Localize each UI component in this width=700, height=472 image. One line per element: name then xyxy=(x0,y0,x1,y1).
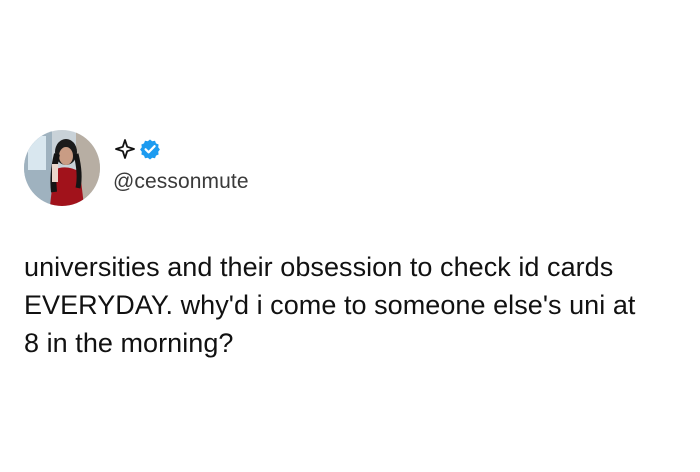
user-handle[interactable]: @cessonmute xyxy=(113,170,249,194)
avatar-image xyxy=(24,130,100,206)
user-identity: @cessonmute xyxy=(113,139,249,194)
avatar[interactable] xyxy=(24,130,100,206)
display-name-row xyxy=(113,136,249,162)
tweet-card: @cessonmute universities and their obses… xyxy=(0,0,700,472)
sparkle-icon xyxy=(114,138,136,160)
tweet-header: @cessonmute xyxy=(24,128,249,208)
tweet-text: universities and their obsession to chec… xyxy=(24,252,636,358)
verified-badge-icon xyxy=(139,138,161,160)
